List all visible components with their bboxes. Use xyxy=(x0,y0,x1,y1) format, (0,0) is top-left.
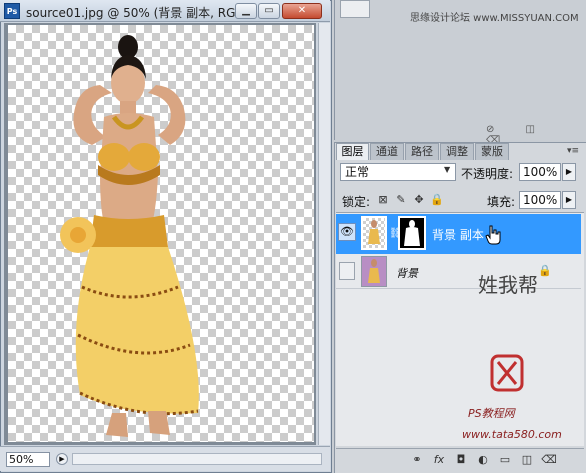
layer-mask-thumbnail[interactable] xyxy=(398,216,426,250)
background-layer-thumbnail[interactable] xyxy=(361,256,387,287)
horizontal-scrollbar[interactable] xyxy=(72,453,322,465)
site-watermark-text: 思缘设计论坛 www.MISSYUAN.COM xyxy=(410,13,579,24)
lock-position-icon[interactable]: ✥ xyxy=(412,193,426,207)
tab-channels[interactable]: 通道 xyxy=(370,143,404,160)
chevron-down-icon[interactable]: ▼ xyxy=(444,165,450,174)
document-title: source01.jpg @ 50% (背景 副本, RG... xyxy=(26,6,247,20)
opacity-slider-button[interactable]: ▶ xyxy=(562,163,576,181)
panel-tabs: 图层 通道 路径 调整 蒙版 xyxy=(336,143,584,160)
fill-label: 填充: xyxy=(487,195,516,209)
lock-transparency-icon[interactable]: ⊠ xyxy=(376,193,390,207)
seal-mark xyxy=(496,361,518,385)
group-icon[interactable]: ▭ xyxy=(496,452,514,468)
panel-preview-thumbnail xyxy=(340,0,370,18)
fill-slider-button[interactable]: ▶ xyxy=(562,191,576,209)
tab-paths[interactable]: 路径 xyxy=(405,143,439,160)
visibility-toggle-empty[interactable] xyxy=(339,262,355,280)
layer-thumbnail[interactable] xyxy=(361,216,387,250)
link-icon[interactable]: ⚭ xyxy=(408,452,426,468)
hand-cursor-icon xyxy=(485,225,501,245)
mask-silhouette xyxy=(404,220,420,246)
tab-masks[interactable]: 蒙版 xyxy=(475,143,509,160)
trash-icon[interactable]: ⌫ xyxy=(540,452,558,468)
tab-adjustments[interactable]: 调整 xyxy=(440,143,474,160)
image-canvas[interactable] xyxy=(8,25,314,442)
panel-footer-icons[interactable]: ⊘ ◫ ⌫ xyxy=(486,124,576,146)
tab-layers[interactable]: 图层 xyxy=(336,143,369,160)
minimize-button[interactable]: ▁ xyxy=(235,3,257,19)
fx-icon[interactable]: fx xyxy=(430,452,448,468)
layer-name[interactable]: 背景 副本 xyxy=(432,226,484,243)
lock-icon: 🔒 xyxy=(538,264,552,277)
opacity-label: 不透明度: xyxy=(461,167,514,181)
watermark-url: www.tata580.com xyxy=(462,428,562,441)
close-button[interactable]: ✕ xyxy=(282,3,322,19)
adjustment-icon[interactable]: ◐ xyxy=(474,452,492,468)
lock-all-icon[interactable]: 🔒 xyxy=(430,193,444,207)
watermark-site: PS教程网 xyxy=(468,407,515,420)
layer-name[interactable]: 背景 xyxy=(396,265,418,281)
lock-label: 锁定: xyxy=(342,195,371,209)
panel-menu-icon[interactable]: ▾≡ xyxy=(563,144,583,158)
status-menu-icon[interactable]: ▶ xyxy=(56,453,68,465)
zoom-level-field[interactable]: 50% xyxy=(6,452,50,467)
dancer-figure xyxy=(60,35,199,437)
maximize-button[interactable]: ▭ xyxy=(258,3,280,19)
layer-thumbnail-figure xyxy=(368,220,380,244)
mask-icon[interactable]: ◘ xyxy=(452,452,470,468)
vertical-scrollbar[interactable] xyxy=(318,23,330,445)
status-bar: 50% ▶ xyxy=(0,446,330,471)
photoshop-app-icon: Ps xyxy=(4,3,20,19)
fill-input[interactable]: 100% xyxy=(519,191,561,209)
eye-icon[interactable]: 👁 xyxy=(338,223,356,241)
lock-pixels-icon[interactable]: ✎ xyxy=(394,193,408,207)
new-layer-icon[interactable]: ◫ xyxy=(518,452,536,468)
blend-mode-select[interactable]: 正常 xyxy=(340,163,456,181)
calligraphy-char: 他姓我帮你 xyxy=(478,273,538,297)
background-thumbnail-figure xyxy=(362,257,386,286)
opacity-input[interactable]: 100% xyxy=(519,163,561,181)
